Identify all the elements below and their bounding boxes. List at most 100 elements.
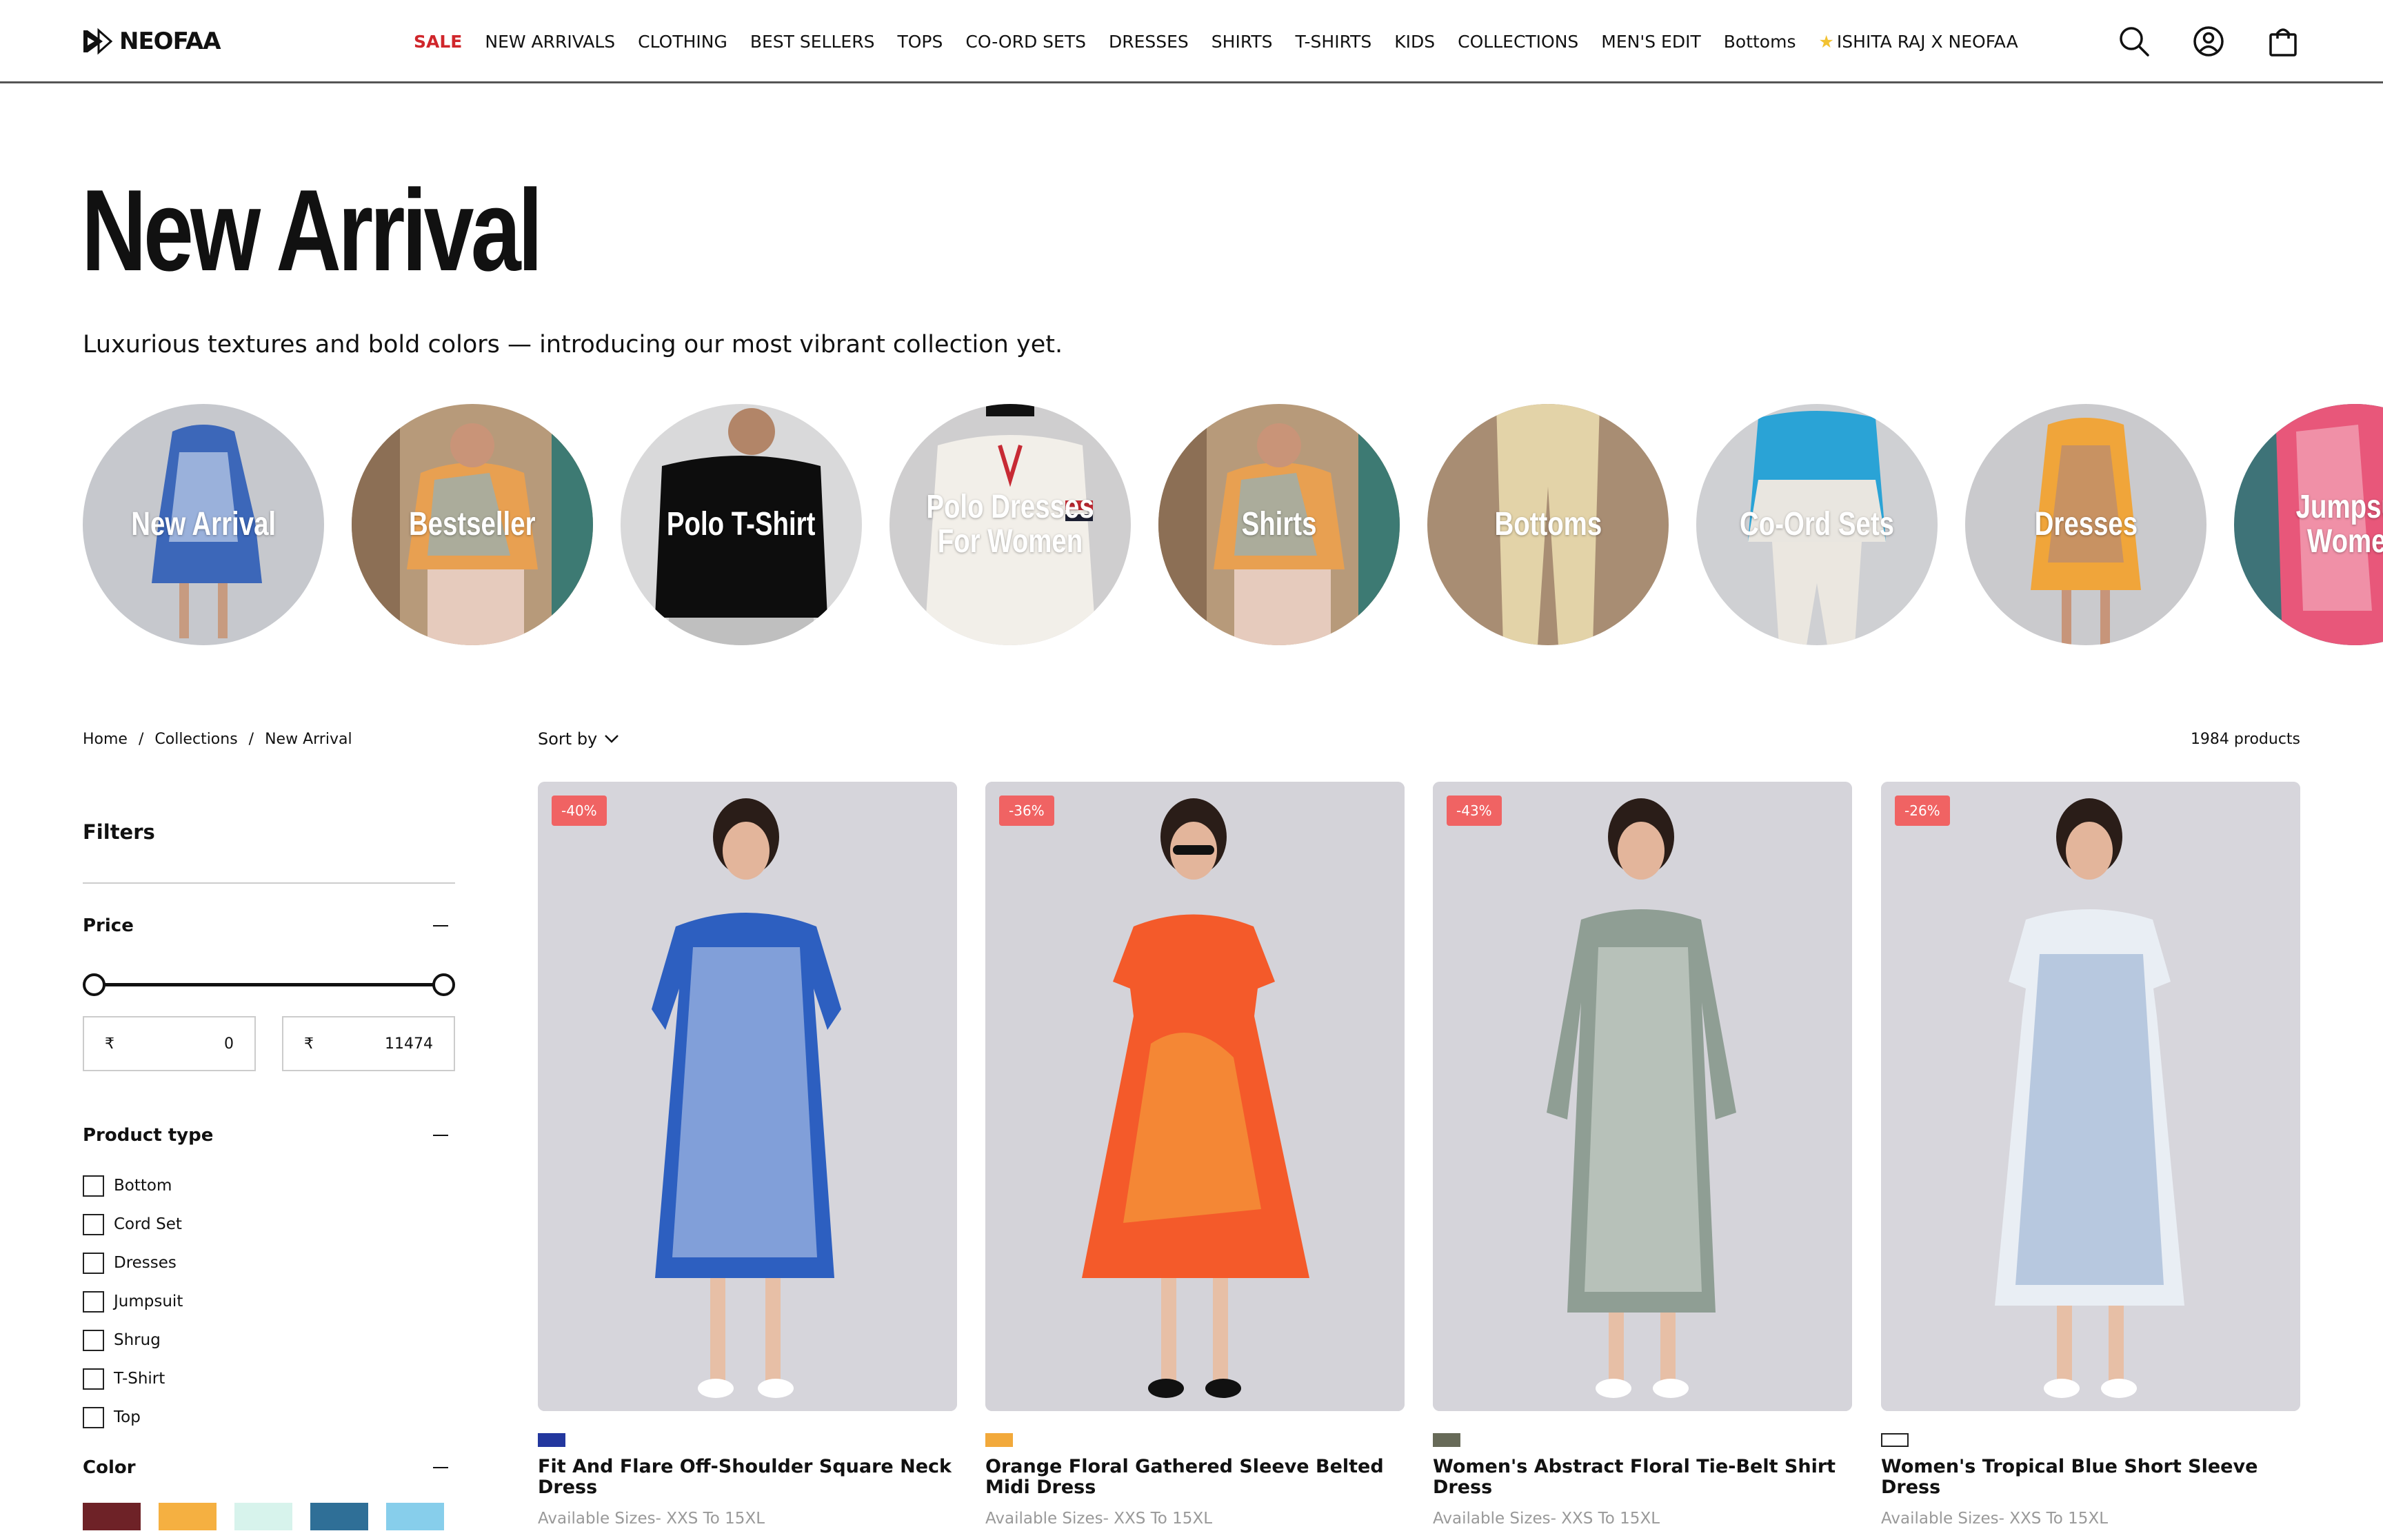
search-icon[interactable]	[2116, 23, 2152, 59]
product-type-option[interactable]: Shrug	[83, 1321, 455, 1359]
nav-item-clothing[interactable]: CLOTHING	[638, 32, 727, 52]
color-swatch[interactable]	[310, 1503, 368, 1530]
price-filter-toggle[interactable]: Price	[83, 915, 455, 936]
product-photo	[1433, 782, 1852, 1411]
product-type-option[interactable]: Cord Set	[83, 1205, 455, 1244]
color-filter-toggle[interactable]: Color	[83, 1457, 455, 1478]
product-card[interactable]: -36% Orange Floral Gathered Sleeve Belte…	[985, 782, 1405, 1528]
slider-min-handle[interactable]	[83, 973, 105, 996]
product-type-option[interactable]: Dresses	[83, 1244, 455, 1282]
product-type-option[interactable]: Jumpsuit	[83, 1282, 455, 1321]
product-type-option[interactable]: Bottom	[83, 1166, 455, 1205]
product-type-filter-toggle[interactable]: Product type	[83, 1125, 455, 1146]
product-card[interactable]: -43% Women's Abstract Floral Tie-Belt Sh…	[1433, 782, 1852, 1528]
product-color-chip[interactable]	[1881, 1433, 1909, 1447]
checkbox[interactable]	[83, 1175, 104, 1197]
product-image[interactable]: -36%	[985, 782, 1405, 1411]
checkbox[interactable]	[83, 1252, 104, 1274]
logo-text: NEOFAA	[119, 28, 221, 55]
category-shirts[interactable]: Shirts	[1158, 404, 1400, 645]
category-carousel: New Arrival Bestseller Polo T-Shirt Polo…	[83, 404, 2383, 645]
checkbox[interactable]	[83, 1290, 104, 1313]
product-color-chip[interactable]	[538, 1433, 565, 1447]
price-max-input[interactable]: ₹ 11474	[282, 1016, 455, 1071]
color-swatch[interactable]	[83, 1503, 141, 1530]
product-title[interactable]: Women's Tropical Blue Short Sleeve Dress	[1881, 1457, 2300, 1498]
nav-item-shirts[interactable]: SHIRTS	[1211, 32, 1273, 52]
product-title[interactable]: Fit And Flare Off-Shoulder Square Neck D…	[538, 1457, 957, 1498]
product-card[interactable]: -26% Women's Tropical Blue Short Sleeve …	[1881, 782, 2300, 1528]
nav-item-kids[interactable]: KIDS	[1394, 32, 1435, 52]
chevron-down-icon	[605, 735, 619, 743]
product-type-option[interactable]: T-Shirt	[83, 1359, 455, 1398]
checkbox[interactable]	[83, 1406, 104, 1428]
product-image[interactable]: -26%	[1881, 782, 2300, 1411]
category-new-arrival[interactable]: New Arrival	[83, 404, 324, 645]
breadcrumb-collections[interactable]: Collections	[154, 731, 237, 748]
color-swatch[interactable]	[386, 1503, 444, 1530]
product-type-option[interactable]: Top	[83, 1398, 455, 1437]
breadcrumb-separator: /	[138, 731, 144, 748]
nav-item-best-sellers[interactable]: BEST SELLERS	[750, 32, 875, 52]
sort-by-dropdown[interactable]: Sort by	[538, 729, 619, 749]
nav-item-co-ord-sets[interactable]: CO-ORD SETS	[965, 32, 1086, 52]
nav-item-new-arrivals[interactable]: NEW ARRIVALS	[485, 32, 615, 52]
discount-badge: -26%	[1895, 796, 1950, 826]
currency-symbol: ₹	[105, 1035, 114, 1053]
nav-item-t-shirts[interactable]: T-SHIRTS	[1296, 32, 1372, 52]
category-dresses[interactable]: Dresses	[1965, 404, 2206, 645]
category-polo-dresses-women[interactable]: Polo Dresses For Women	[889, 404, 1131, 645]
product-title[interactable]: Women's Abstract Floral Tie-Belt Shirt D…	[1433, 1457, 1852, 1498]
nav-item-ishita-raj[interactable]: ★ ISHITA RAJ X NEOFAA	[1818, 32, 2018, 52]
option-label: T-Shirt	[114, 1370, 165, 1388]
breadcrumb: Home / Collections / New Arrival	[83, 731, 352, 748]
category-label: Jumpsuit Women	[2295, 488, 2383, 560]
product-count: 1984 products	[2190, 731, 2300, 748]
product-image[interactable]: -40%	[538, 782, 957, 1411]
bag-icon[interactable]	[2265, 23, 2301, 59]
price-range-slider[interactable]	[83, 971, 455, 998]
product-photo	[985, 782, 1405, 1411]
category-jumpsuit-women[interactable]: Jumpsuit Women	[2234, 404, 2383, 645]
checkbox[interactable]	[83, 1329, 104, 1351]
nav-item-mens-edit[interactable]: MEN'S EDIT	[1601, 32, 1700, 52]
breadcrumb-current: New Arrival	[265, 731, 352, 748]
site-header: NEOFAA SALE NEW ARRIVALS CLOTHING BEST S…	[0, 0, 2383, 83]
page-subtitle: Luxurious textures and bold colors — int…	[83, 331, 1063, 358]
product-sizes: Available Sizes- XXS To 15XL	[985, 1510, 1213, 1528]
product-photo	[538, 782, 957, 1411]
price-min-input[interactable]: ₹ 0	[83, 1016, 256, 1071]
nav-item-dresses[interactable]: DRESSES	[1109, 32, 1189, 52]
checkbox[interactable]	[83, 1368, 104, 1390]
option-label: Dresses	[114, 1254, 177, 1272]
product-sizes: Available Sizes- XXS To 15XL	[1433, 1510, 1660, 1528]
brand-logo[interactable]: NEOFAA	[82, 26, 221, 57]
product-color-chip[interactable]	[1433, 1433, 1460, 1447]
product-color-chip[interactable]	[985, 1433, 1013, 1447]
breadcrumb-home[interactable]: Home	[83, 731, 128, 748]
category-co-ord-sets[interactable]: Co-Ord Sets	[1696, 404, 1938, 645]
category-label: Dresses	[2034, 505, 2138, 543]
price-inputs: ₹ 0 ₹ 11474	[83, 1016, 455, 1071]
nav-item-sale[interactable]: SALE	[414, 32, 462, 52]
discount-badge: -36%	[999, 796, 1054, 826]
category-polo-t-shirt[interactable]: Polo T-Shirt	[621, 404, 862, 645]
category-bestseller[interactable]: Bestseller	[352, 404, 593, 645]
color-swatch[interactable]	[159, 1503, 217, 1530]
account-icon[interactable]	[2191, 23, 2226, 59]
option-label: Cord Set	[114, 1215, 182, 1233]
category-bottoms[interactable]: Bottoms	[1427, 404, 1669, 645]
nav-item-bottoms[interactable]: Bottoms	[1724, 32, 1796, 52]
product-sizes: Available Sizes- XXS To 15XL	[1881, 1510, 2109, 1528]
nav-item-collections[interactable]: COLLECTIONS	[1458, 32, 1578, 52]
slider-max-handle[interactable]	[432, 973, 455, 996]
nav-item-tops[interactable]: TOPS	[897, 32, 943, 52]
product-title[interactable]: Orange Floral Gathered Sleeve Belted Mid…	[985, 1457, 1405, 1498]
product-card[interactable]: -40% Fit And Flare Off-Shoulder Square N…	[538, 782, 957, 1528]
checkbox[interactable]	[83, 1213, 104, 1235]
option-label: Shrug	[114, 1331, 161, 1349]
category-label: Bottoms	[1494, 505, 1602, 543]
product-image[interactable]: -43%	[1433, 782, 1852, 1411]
collapse-icon	[433, 1467, 448, 1468]
color-swatch[interactable]	[234, 1503, 292, 1530]
